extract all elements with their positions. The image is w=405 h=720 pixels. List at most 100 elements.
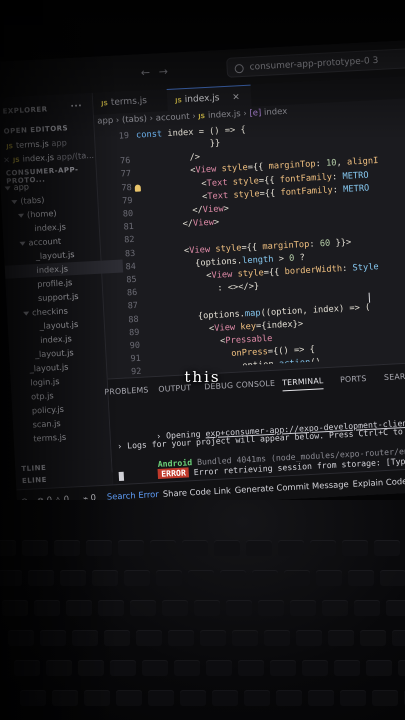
js-file-icon: JS bbox=[198, 113, 206, 121]
keyboard-key bbox=[276, 690, 302, 706]
keyboard-key bbox=[14, 660, 40, 676]
js-file-icon: JS bbox=[175, 97, 183, 105]
tree-file[interactable]: JSindex.js bbox=[24, 220, 66, 235]
line-number: 85 bbox=[126, 274, 137, 286]
keyboard-key bbox=[316, 570, 342, 586]
tree-file[interactable]: JSterms.js bbox=[23, 431, 66, 446]
keyboard-key bbox=[8, 630, 34, 646]
keyboard-key bbox=[386, 600, 405, 616]
tab-index-js[interactable]: JS index.js × bbox=[166, 84, 252, 112]
keyboard-key bbox=[310, 540, 336, 556]
keyboard-key bbox=[392, 630, 405, 646]
keyboard-key bbox=[156, 570, 182, 586]
keyboard-key bbox=[372, 690, 398, 706]
keyboard-key bbox=[2, 600, 28, 616]
keyboard-key bbox=[360, 630, 386, 646]
explain-code-button[interactable]: Explain Code bbox=[352, 476, 405, 489]
keyboard-key bbox=[366, 660, 392, 676]
tree-file[interactable]: JSsupport.js bbox=[28, 290, 79, 306]
tree-file[interactable]: JSindex.js bbox=[30, 332, 72, 347]
keyboard-key bbox=[342, 540, 368, 556]
tree-folder[interactable]: (tabs) bbox=[11, 194, 45, 209]
keyboard-key bbox=[150, 540, 176, 556]
code-line: }} bbox=[136, 138, 221, 153]
keyboard-key bbox=[174, 660, 200, 676]
keyboard-key bbox=[264, 630, 290, 646]
command-center-label: consumer-app-prototype-0 3 bbox=[249, 55, 379, 73]
laptop-keyboard bbox=[0, 500, 405, 720]
line-number: 76 bbox=[119, 156, 131, 167]
keyboard-key bbox=[380, 570, 405, 586]
keyboard-key bbox=[226, 600, 252, 616]
breadcrumb-item[interactable]: (tabs) bbox=[122, 114, 147, 125]
command-center[interactable]: consumer-app-prototype-0 3 bbox=[226, 47, 405, 78]
keyboard-key bbox=[290, 600, 316, 616]
share-code-link-button[interactable]: Share Code Link bbox=[163, 485, 232, 499]
keyboard-key bbox=[328, 630, 354, 646]
tab-terms-js[interactable]: JS terms.js bbox=[93, 89, 174, 115]
keyboard-key bbox=[334, 660, 360, 676]
line-number: 79 bbox=[121, 195, 133, 207]
breadcrumb-item[interactable]: app bbox=[97, 116, 114, 127]
panel-tab-problems[interactable]: PROBLEMS bbox=[104, 385, 149, 396]
generate-commit-message-button[interactable]: Generate Commit Message bbox=[234, 479, 348, 495]
tree-file[interactable]: JS_layout.js bbox=[26, 248, 75, 264]
js-file-icon: JS bbox=[101, 100, 109, 108]
tree-file[interactable]: JSpolicy.js bbox=[22, 403, 65, 418]
keyboard-key bbox=[98, 600, 124, 616]
keyboard-key bbox=[212, 690, 238, 706]
line-number: 86 bbox=[126, 288, 138, 299]
keyboard-key bbox=[0, 540, 16, 556]
keyboard-key bbox=[220, 570, 246, 586]
tree-folder[interactable]: checkins bbox=[23, 304, 68, 319]
tree-item-label: account bbox=[28, 235, 62, 248]
code-editor[interactable]: const index = () => { }} /> <View style=… bbox=[136, 115, 405, 370]
close-tab-icon[interactable]: × bbox=[232, 92, 240, 102]
keyboard-key bbox=[124, 570, 150, 586]
breadcrumb-item[interactable]: index.js bbox=[208, 109, 241, 121]
tree-folder[interactable]: (home) bbox=[17, 207, 57, 222]
keyboard-key bbox=[398, 660, 405, 676]
keyboard-key bbox=[194, 600, 220, 616]
breadcrumb-item[interactable]: account bbox=[156, 112, 190, 124]
close-icon[interactable]: × bbox=[3, 154, 10, 164]
chevron-down-icon bbox=[17, 213, 25, 218]
tree-folder[interactable]: app bbox=[4, 180, 29, 194]
breadcrumb-item[interactable]: index bbox=[264, 107, 288, 118]
tree-item-label: terms.js bbox=[33, 431, 67, 444]
tree-item-label: (home) bbox=[26, 207, 57, 220]
keyboard-key bbox=[20, 690, 46, 706]
code-line: : <></>} bbox=[144, 281, 260, 298]
keyboard-key bbox=[284, 570, 310, 586]
code-line: </View> bbox=[140, 217, 220, 232]
line-number: 83 bbox=[124, 248, 136, 259]
tree-file[interactable]: JSprofile.js bbox=[27, 276, 72, 291]
timeline-heading[interactable]: ELINE bbox=[22, 476, 47, 485]
error-badge: ERROR bbox=[157, 467, 190, 479]
search-icon bbox=[234, 63, 244, 74]
chevron-down-icon bbox=[4, 185, 11, 191]
keyboard-key bbox=[168, 630, 194, 646]
terminal-cursor bbox=[118, 471, 125, 482]
photo-scene: ← → consumer-app-prototype-0 3 EXPLORER … bbox=[0, 0, 405, 720]
more-actions-icon[interactable]: ··· bbox=[70, 101, 82, 112]
tree-file[interactable]: JS_layout.js bbox=[30, 318, 79, 334]
code-line: const index = () => { bbox=[135, 124, 247, 141]
chevron-down-icon bbox=[23, 311, 30, 316]
keyboard-key bbox=[278, 540, 304, 556]
tree-folder[interactable]: account bbox=[19, 235, 61, 250]
tree-file[interactable]: JS_layout.js bbox=[25, 346, 74, 362]
tree-item-label: _layout.js bbox=[39, 318, 79, 331]
tree-file[interactable]: JSscan.js bbox=[23, 417, 61, 432]
tree-file[interactable]: JSotp.js bbox=[21, 389, 54, 404]
forward-arrow-icon[interactable]: → bbox=[158, 65, 168, 78]
open-editors-heading[interactable]: OPEN EDITORS bbox=[3, 124, 68, 135]
back-arrow-icon[interactable]: ← bbox=[140, 66, 150, 79]
keyboard-key bbox=[116, 690, 142, 706]
keyboard-key bbox=[104, 630, 130, 646]
keyboard-key bbox=[182, 540, 208, 556]
line-number: 78 bbox=[121, 182, 133, 194]
keyboard-key bbox=[270, 660, 296, 676]
outline-heading[interactable]: TLINE bbox=[21, 464, 46, 473]
line-number: 19 bbox=[118, 131, 130, 142]
